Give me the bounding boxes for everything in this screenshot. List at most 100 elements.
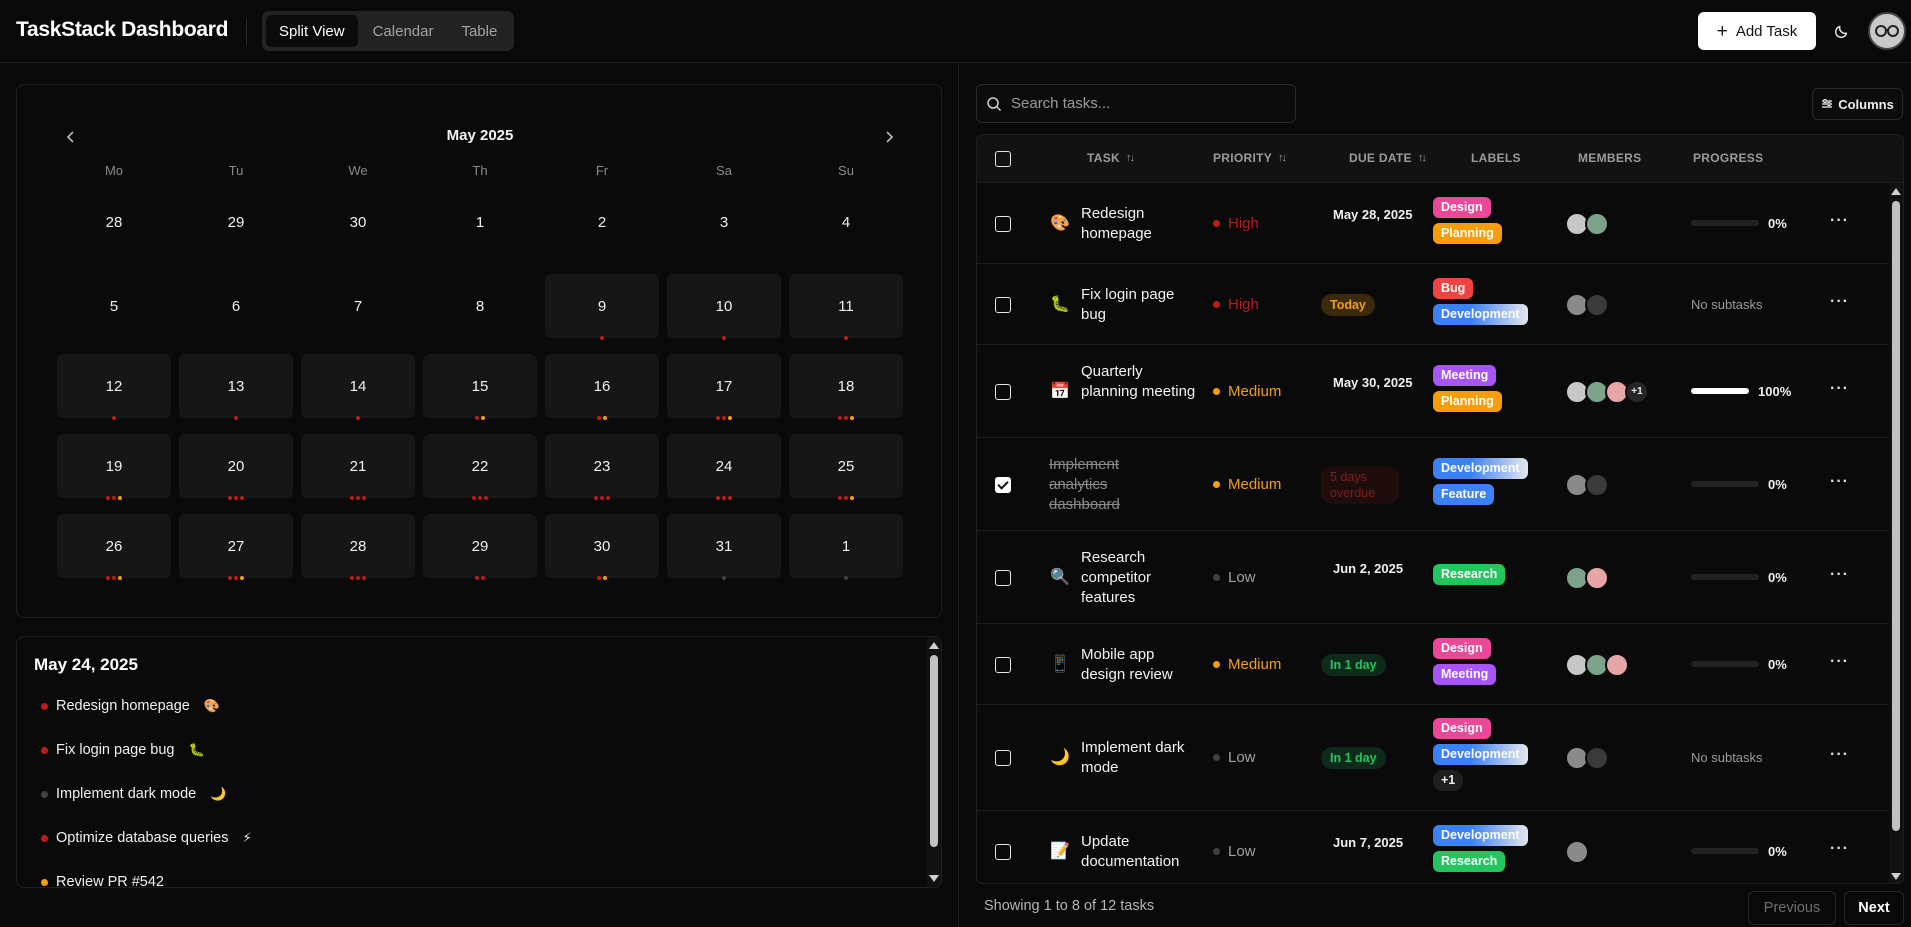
calendar-day[interactable]: 5 — [57, 274, 171, 338]
calendar-day[interactable]: 9 — [545, 274, 659, 340]
row-checkbox[interactable] — [995, 656, 1011, 673]
day-task-item[interactable]: Optimize database queries ⚡ — [41, 827, 252, 849]
member-avatar[interactable] — [1585, 565, 1609, 590]
scroll-thumb[interactable] — [1892, 201, 1900, 831]
row-checkbox[interactable] — [995, 569, 1011, 586]
more-options-icon[interactable]: ··· — [1830, 840, 1849, 858]
task-title[interactable]: Fix login page bug — [1081, 285, 1201, 325]
calendar-day[interactable]: 10 — [667, 274, 781, 340]
calendar-day[interactable]: 25 — [789, 434, 903, 500]
calendar-day[interactable]: 2 — [545, 190, 659, 254]
member-avatar[interactable] — [1585, 211, 1609, 236]
day-task-item[interactable]: Redesign homepage 🎨 — [41, 695, 220, 717]
calendar-day[interactable]: 27 — [179, 514, 293, 580]
calendar-day[interactable]: 31 — [667, 514, 781, 580]
tab-table[interactable]: Table — [448, 15, 510, 47]
more-options-icon[interactable]: ··· — [1830, 566, 1849, 584]
calendar-day[interactable]: 29 — [423, 514, 537, 580]
previous-page-button[interactable]: Previous — [1748, 891, 1836, 925]
more-options-icon[interactable]: ··· — [1830, 473, 1849, 491]
calendar-day[interactable]: 1 — [423, 190, 537, 254]
calendar-day[interactable]: 12 — [57, 354, 171, 420]
weekday-label: We — [348, 163, 368, 178]
row-checkbox[interactable] — [995, 750, 1011, 766]
next-page-button[interactable]: Next — [1844, 891, 1904, 925]
row-checkbox[interactable] — [995, 476, 1011, 493]
task-title[interactable]: Update documentation — [1081, 832, 1201, 872]
more-options-icon[interactable]: ··· — [1830, 293, 1849, 311]
member-avatar[interactable] — [1585, 746, 1609, 770]
day-task-item[interactable]: Implement dark mode 🌙 — [41, 783, 226, 805]
header-members: MEMBERS — [1578, 151, 1641, 165]
calendar-day[interactable]: 6 — [179, 274, 293, 338]
user-avatar[interactable] — [1868, 12, 1906, 50]
calendar-day[interactable]: 20 — [179, 434, 293, 500]
tab-calendar[interactable]: Calendar — [360, 15, 447, 47]
calendar-day[interactable]: 26 — [57, 514, 171, 580]
calendar-day[interactable]: 17 — [667, 354, 781, 420]
columns-button[interactable]: Columns — [1812, 88, 1903, 120]
task-title[interactable]: Implement analytics dashboard — [1049, 455, 1169, 515]
task-title[interactable]: Quarterly planning meeting — [1081, 362, 1201, 402]
calendar-day[interactable]: 30 — [545, 514, 659, 580]
more-options-icon[interactable]: ··· — [1830, 746, 1849, 764]
scroll-down-arrow[interactable] — [929, 875, 939, 882]
calendar-day[interactable]: 4 — [789, 190, 903, 254]
next-month-button[interactable] — [875, 123, 903, 151]
calendar-day-number: 10 — [715, 297, 733, 315]
scroll-thumb[interactable] — [930, 655, 938, 847]
header-due-date[interactable]: DUE DATE ↑↓ — [1349, 151, 1427, 165]
calendar-day[interactable]: 22 — [423, 434, 537, 500]
calendar-day[interactable]: 18 — [789, 354, 903, 420]
table-scrollbar[interactable] — [1889, 183, 1903, 883]
calendar-day[interactable]: 30 — [301, 190, 415, 254]
row-checkbox[interactable] — [995, 843, 1011, 860]
row-checkbox[interactable] — [995, 215, 1011, 232]
panel-divider[interactable] — [958, 63, 959, 927]
add-task-button[interactable]: + Add Task — [1698, 12, 1816, 50]
calendar-day[interactable]: 1 — [789, 514, 903, 580]
calendar-day[interactable]: 16 — [545, 354, 659, 420]
calendar-day[interactable]: 29 — [179, 190, 293, 254]
member-avatar[interactable] — [1585, 292, 1609, 317]
calendar-day[interactable]: 8 — [423, 274, 537, 338]
scroll-down-arrow[interactable] — [1891, 873, 1901, 880]
more-members-badge[interactable]: +1 — [1625, 379, 1649, 404]
day-panel-scrollbar[interactable] — [927, 637, 941, 887]
more-options-icon[interactable]: ··· — [1830, 653, 1849, 671]
task-title[interactable]: Implement dark mode — [1081, 738, 1201, 778]
priority-dot — [356, 576, 360, 580]
task-title[interactable]: Redesign homepage — [1081, 204, 1201, 244]
theme-toggle-button[interactable] — [1830, 19, 1854, 43]
calendar-day[interactable]: 14 — [301, 354, 415, 420]
calendar-day[interactable]: 24 — [667, 434, 781, 500]
calendar-day[interactable]: 28 — [301, 514, 415, 580]
calendar-day[interactable]: 7 — [301, 274, 415, 338]
row-checkbox[interactable] — [995, 383, 1011, 400]
calendar-day[interactable]: 23 — [545, 434, 659, 500]
calendar-day[interactable]: 11 — [789, 274, 903, 340]
search-input[interactable] — [1011, 95, 1281, 112]
calendar-day[interactable]: 28 — [57, 190, 171, 254]
day-task-item[interactable]: Fix login page bug 🐛 — [41, 739, 205, 761]
task-title[interactable]: Research competitor features — [1081, 548, 1201, 608]
calendar-day[interactable]: 19 — [57, 434, 171, 500]
scroll-up-arrow[interactable] — [1891, 188, 1901, 195]
more-options-icon[interactable]: ··· — [1830, 212, 1849, 230]
task-title[interactable]: Mobile app design review — [1081, 645, 1201, 685]
member-avatar[interactable] — [1565, 839, 1589, 864]
header-priority[interactable]: PRIORITY ↑↓ — [1213, 151, 1287, 165]
more-options-icon[interactable]: ··· — [1830, 380, 1849, 398]
member-avatar[interactable] — [1605, 652, 1629, 677]
tab-split-view[interactable]: Split View — [266, 15, 358, 47]
calendar-day[interactable]: 13 — [179, 354, 293, 420]
calendar-day[interactable]: 21 — [301, 434, 415, 500]
row-checkbox[interactable] — [995, 296, 1011, 313]
calendar-day[interactable]: 15 — [423, 354, 537, 420]
header-task[interactable]: TASK ↑↓ — [1087, 151, 1135, 165]
select-all-checkbox[interactable] — [995, 151, 1011, 167]
day-task-item[interactable]: Review PR #542 — [41, 871, 164, 887]
calendar-day[interactable]: 3 — [667, 190, 781, 254]
member-avatar[interactable] — [1585, 472, 1609, 497]
scroll-up-arrow[interactable] — [929, 642, 939, 649]
